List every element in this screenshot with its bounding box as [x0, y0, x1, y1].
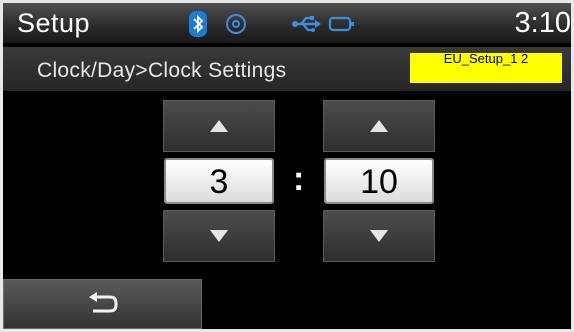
bluetooth-icon	[189, 11, 207, 37]
minute-down-button[interactable]	[323, 210, 435, 262]
screen-id-tag: EU_Setup_1 2	[410, 53, 562, 83]
ipod-icon	[328, 16, 354, 32]
minute-up-button[interactable]	[323, 100, 435, 152]
down-arrow-icon	[370, 230, 388, 242]
up-arrow-icon	[210, 120, 228, 132]
back-button[interactable]	[3, 279, 202, 329]
disc-icon	[226, 14, 246, 34]
breadcrumb: Clock/Day>Clock Settings	[37, 59, 287, 82]
hour-down-button[interactable]	[163, 210, 275, 262]
time-separator: :	[293, 160, 305, 198]
hour-up-button[interactable]	[163, 100, 275, 152]
status-bar: Setup 3:10	[3, 3, 571, 43]
footer-empty-area	[202, 279, 571, 329]
up-arrow-icon	[370, 120, 388, 132]
sub-header: Clock/Day>Clock Settings EU_Setup_1 2	[3, 47, 571, 91]
back-arrow-icon	[88, 292, 117, 313]
usb-icon	[292, 16, 321, 32]
hour-field[interactable]: 3	[164, 158, 274, 204]
page-title: Setup	[17, 8, 91, 38]
minute-field[interactable]: 10	[324, 158, 434, 204]
down-arrow-icon	[210, 230, 228, 242]
status-time: 3:10	[514, 7, 571, 39]
